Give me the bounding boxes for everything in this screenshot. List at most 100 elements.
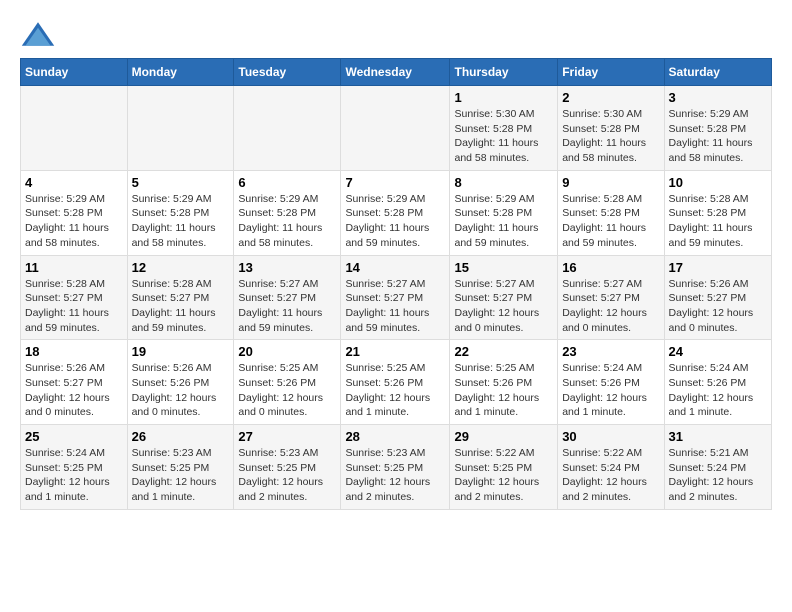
day-cell: 23 Sunrise: 5:24 AM Sunset: 5:26 PM Dayli… [558, 340, 664, 425]
day-number: 25 [25, 429, 123, 444]
day-cell: 25Sunrise: 5:24 AM Sunset: 5:25 PM Dayli… [21, 425, 128, 510]
day-info: Sunrise: 5:29 AM Sunset: 5:28 PM Dayligh… [669, 107, 767, 166]
header-wednesday: Wednesday [341, 59, 450, 86]
day-number: 12 [132, 260, 230, 275]
header-saturday: Saturday [664, 59, 771, 86]
day-info: Sunrise: 5:25 AM Sunset: 5:26 PM Dayligh… [345, 361, 445, 420]
day-cell: 11 Sunrise: 5:28 AM Sunset: 5:27 PM Dayli… [21, 255, 128, 340]
day-cell: 22 Sunrise: 5:25 AM Sunset: 5:26 PM Dayli… [450, 340, 558, 425]
day-cell: 27Sunrise: 5:23 AM Sunset: 5:25 PM Dayli… [234, 425, 341, 510]
calendar-table: SundayMondayTuesdayWednesdayThursdayFrid… [20, 58, 772, 510]
day-info: Sunrise: 5:25 AM Sunset: 5:26 PM Dayligh… [454, 361, 553, 420]
day-number: 28 [345, 429, 445, 444]
day-info: Sunrise: 5:28 AM Sunset: 5:28 PM Dayligh… [562, 192, 659, 251]
day-number: 15 [454, 260, 553, 275]
day-info: Sunrise: 5:26 AM Sunset: 5:27 PM Dayligh… [25, 361, 123, 420]
day-number: 22 [454, 344, 553, 359]
day-number: 17 [669, 260, 767, 275]
day-cell: 3 Sunrise: 5:29 AM Sunset: 5:28 PM Daylig… [664, 86, 771, 171]
generalblue-logo-icon [20, 20, 56, 48]
header-monday: Monday [127, 59, 234, 86]
day-info: Sunrise: 5:27 AM Sunset: 5:27 PM Dayligh… [454, 277, 553, 336]
day-info: Sunrise: 5:22 AM Sunset: 5:25 PM Dayligh… [454, 446, 553, 505]
day-cell: 28Sunrise: 5:23 AM Sunset: 5:25 PM Dayli… [341, 425, 450, 510]
day-cell: 16 Sunrise: 5:27 AM Sunset: 5:27 PM Dayli… [558, 255, 664, 340]
day-cell: 10 Sunrise: 5:28 AM Sunset: 5:28 PM Dayli… [664, 170, 771, 255]
day-cell: 7 Sunrise: 5:29 AM Sunset: 5:28 PM Daylig… [341, 170, 450, 255]
day-info: Sunrise: 5:23 AM Sunset: 5:25 PM Dayligh… [132, 446, 230, 505]
day-info: Sunrise: 5:26 AM Sunset: 5:26 PM Dayligh… [132, 361, 230, 420]
week-row-4: 18 Sunrise: 5:26 AM Sunset: 5:27 PM Dayli… [21, 340, 772, 425]
day-info: Sunrise: 5:29 AM Sunset: 5:28 PM Dayligh… [25, 192, 123, 251]
day-info: Sunrise: 5:30 AM Sunset: 5:28 PM Dayligh… [562, 107, 659, 166]
day-number: 14 [345, 260, 445, 275]
day-number: 30 [562, 429, 659, 444]
day-info: Sunrise: 5:27 AM Sunset: 5:27 PM Dayligh… [238, 277, 336, 336]
day-info: Sunrise: 5:27 AM Sunset: 5:27 PM Dayligh… [562, 277, 659, 336]
day-number: 7 [345, 175, 445, 190]
day-cell: 1Sunrise: 5:30 AM Sunset: 5:28 PM Daylig… [450, 86, 558, 171]
header-friday: Friday [558, 59, 664, 86]
day-number: 4 [25, 175, 123, 190]
day-info: Sunrise: 5:28 AM Sunset: 5:28 PM Dayligh… [669, 192, 767, 251]
day-info: Sunrise: 5:27 AM Sunset: 5:27 PM Dayligh… [345, 277, 445, 336]
week-row-1: 1Sunrise: 5:30 AM Sunset: 5:28 PM Daylig… [21, 86, 772, 171]
day-number: 24 [669, 344, 767, 359]
day-cell: 5 Sunrise: 5:29 AM Sunset: 5:28 PM Daylig… [127, 170, 234, 255]
day-number: 18 [25, 344, 123, 359]
day-number: 19 [132, 344, 230, 359]
week-row-5: 25Sunrise: 5:24 AM Sunset: 5:25 PM Dayli… [21, 425, 772, 510]
day-number: 10 [669, 175, 767, 190]
day-cell: 4 Sunrise: 5:29 AM Sunset: 5:28 PM Daylig… [21, 170, 128, 255]
day-number: 21 [345, 344, 445, 359]
day-info: Sunrise: 5:28 AM Sunset: 5:27 PM Dayligh… [132, 277, 230, 336]
day-cell: 12 Sunrise: 5:28 AM Sunset: 5:27 PM Dayli… [127, 255, 234, 340]
day-number: 23 [562, 344, 659, 359]
header-thursday: Thursday [450, 59, 558, 86]
day-number: 9 [562, 175, 659, 190]
day-cell: 30Sunrise: 5:22 AM Sunset: 5:24 PM Dayli… [558, 425, 664, 510]
week-row-3: 11 Sunrise: 5:28 AM Sunset: 5:27 PM Dayli… [21, 255, 772, 340]
day-info: Sunrise: 5:25 AM Sunset: 5:26 PM Dayligh… [238, 361, 336, 420]
day-cell: 6 Sunrise: 5:29 AM Sunset: 5:28 PM Daylig… [234, 170, 341, 255]
day-info: Sunrise: 5:29 AM Sunset: 5:28 PM Dayligh… [345, 192, 445, 251]
header-sunday: Sunday [21, 59, 128, 86]
day-cell: 13 Sunrise: 5:27 AM Sunset: 5:27 PM Dayli… [234, 255, 341, 340]
day-cell [341, 86, 450, 171]
day-cell: 29 Sunrise: 5:22 AM Sunset: 5:25 PM Dayli… [450, 425, 558, 510]
day-cell: 18 Sunrise: 5:26 AM Sunset: 5:27 PM Dayli… [21, 340, 128, 425]
day-number: 2 [562, 90, 659, 105]
week-row-2: 4 Sunrise: 5:29 AM Sunset: 5:28 PM Daylig… [21, 170, 772, 255]
day-number: 13 [238, 260, 336, 275]
day-info: Sunrise: 5:24 AM Sunset: 5:26 PM Dayligh… [562, 361, 659, 420]
header-tuesday: Tuesday [234, 59, 341, 86]
day-cell [234, 86, 341, 171]
day-number: 27 [238, 429, 336, 444]
day-cell [127, 86, 234, 171]
day-cell: 15 Sunrise: 5:27 AM Sunset: 5:27 PM Dayli… [450, 255, 558, 340]
day-info: Sunrise: 5:21 AM Sunset: 5:24 PM Dayligh… [669, 446, 767, 505]
day-number: 6 [238, 175, 336, 190]
day-number: 26 [132, 429, 230, 444]
day-info: Sunrise: 5:29 AM Sunset: 5:28 PM Dayligh… [238, 192, 336, 251]
day-cell: 19 Sunrise: 5:26 AM Sunset: 5:26 PM Dayli… [127, 340, 234, 425]
day-number: 11 [25, 260, 123, 275]
day-cell: 26 Sunrise: 5:23 AM Sunset: 5:25 PM Dayli… [127, 425, 234, 510]
header [20, 20, 772, 48]
day-cell: 2 Sunrise: 5:30 AM Sunset: 5:28 PM Daylig… [558, 86, 664, 171]
days-header-row: SundayMondayTuesdayWednesdayThursdayFrid… [21, 59, 772, 86]
day-cell: 21 Sunrise: 5:25 AM Sunset: 5:26 PM Dayli… [341, 340, 450, 425]
day-number: 8 [454, 175, 553, 190]
day-cell: 20 Sunrise: 5:25 AM Sunset: 5:26 PM Dayli… [234, 340, 341, 425]
day-cell: 31Sunrise: 5:21 AM Sunset: 5:24 PM Dayli… [664, 425, 771, 510]
day-cell: 9 Sunrise: 5:28 AM Sunset: 5:28 PM Daylig… [558, 170, 664, 255]
day-number: 5 [132, 175, 230, 190]
day-info: Sunrise: 5:30 AM Sunset: 5:28 PM Dayligh… [454, 107, 553, 166]
day-info: Sunrise: 5:29 AM Sunset: 5:28 PM Dayligh… [132, 192, 230, 251]
day-number: 3 [669, 90, 767, 105]
day-number: 29 [454, 429, 553, 444]
day-number: 20 [238, 344, 336, 359]
day-info: Sunrise: 5:28 AM Sunset: 5:27 PM Dayligh… [25, 277, 123, 336]
day-number: 16 [562, 260, 659, 275]
day-info: Sunrise: 5:26 AM Sunset: 5:27 PM Dayligh… [669, 277, 767, 336]
